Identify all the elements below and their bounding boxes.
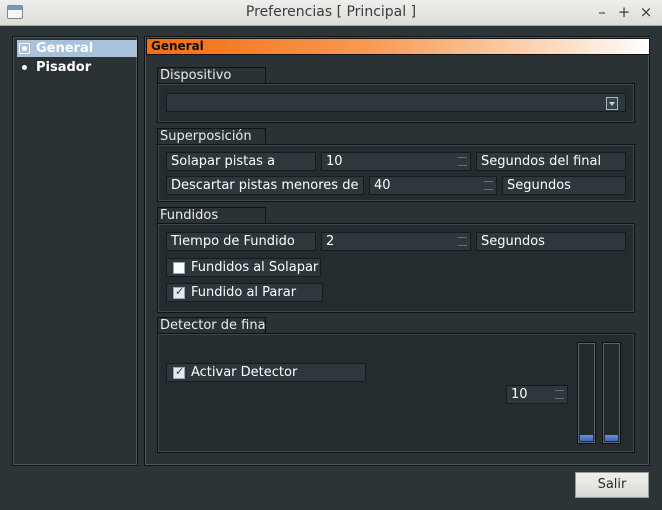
section-header: General [146, 38, 650, 55]
sidebar-item-label: Pisador [36, 60, 92, 75]
minimize-button[interactable]: – [594, 3, 610, 21]
sidebar-item-pisador[interactable]: Pisador [17, 59, 137, 76]
device-select[interactable] [166, 93, 626, 112]
descartar-label: Descartar pistas menores de [166, 176, 364, 195]
chevron-down-icon[interactable] [606, 97, 618, 110]
dot-icon [19, 62, 30, 73]
level-meter-right-fill [605, 435, 618, 441]
exit-button[interactable]: Salir [575, 472, 649, 498]
fundidos-solapar-label: Fundidos al Solapar [191, 260, 319, 275]
descartar-unit: Segundos [502, 176, 626, 195]
level-meter-left-fill [580, 435, 593, 441]
group-label-dispositivo: Dispositivo [157, 67, 266, 83]
group-superposicion: Solapar pistas a 10 Segundos del final D… [157, 144, 635, 202]
activar-detector-checkbox[interactable]: ✓ [173, 365, 185, 379]
group-fundidos: Tiempo de Fundido 2 Segundos Fundidos al… [157, 223, 635, 313]
stepper-arrows-icon[interactable] [457, 154, 469, 169]
level-meter-right [602, 342, 621, 444]
tiempo-fundido-stepper[interactable]: 2 [321, 232, 471, 251]
detector-threshold-stepper[interactable]: 10 [506, 385, 568, 404]
checkmark-icon: ✓ [175, 285, 185, 298]
activar-detector-checkbox-row[interactable]: ✓ Activar Detector [166, 363, 366, 382]
group-label-fundidos: Fundidos [157, 207, 266, 223]
title-bar: Preferencias [ Principal ] – + × [0, 0, 662, 26]
activar-detector-label: Activar Detector [191, 365, 298, 380]
sidebar: General Pisador [12, 36, 138, 466]
fundido-parar-label: Fundido al Parar [191, 285, 297, 300]
sidebar-item-general[interactable]: General [17, 40, 137, 57]
stepper-arrows-icon[interactable] [457, 234, 469, 249]
sidebar-item-label: General [36, 41, 94, 56]
level-meter-left [577, 342, 596, 444]
fundido-parar-checkbox[interactable]: ✓ [173, 285, 185, 299]
group-dispositivo [157, 83, 635, 123]
stepper-arrows-icon[interactable] [554, 387, 566, 402]
fundidos-solapar-checkbox-row[interactable]: Fundidos al Solapar [166, 258, 321, 277]
maximize-button[interactable]: + [616, 3, 632, 21]
solapar-value: 10 [326, 154, 343, 169]
content-panel: General Dispositivo Superposición Solapa… [144, 36, 650, 466]
checkmark-icon: ✓ [175, 365, 185, 378]
tiempo-fundido-label: Tiempo de Fundido [166, 232, 316, 251]
descartar-stepper[interactable]: 40 [369, 176, 497, 195]
fundido-parar-checkbox-row[interactable]: ✓ Fundido al Parar [166, 283, 323, 302]
gear-icon [19, 43, 30, 54]
solapar-stepper[interactable]: 10 [321, 152, 471, 171]
group-label-superposicion: Superposición [157, 128, 266, 144]
group-detector: ✓ Activar Detector 10 [157, 333, 635, 453]
solapar-label: Solapar pistas a [166, 152, 316, 171]
close-button[interactable]: × [638, 3, 654, 21]
fundidos-solapar-checkbox[interactable] [173, 262, 185, 274]
window-title: Preferencias [ Principal ] [245, 4, 417, 20]
descartar-value: 40 [374, 178, 391, 193]
solapar-unit: Segundos del final [476, 152, 626, 171]
group-label-detector: Detector de fina [157, 317, 266, 333]
stepper-arrows-icon[interactable] [483, 178, 495, 193]
detector-threshold-value: 10 [511, 387, 528, 402]
tiempo-fundido-unit: Segundos [476, 232, 626, 251]
tiempo-fundido-value: 2 [326, 234, 335, 249]
